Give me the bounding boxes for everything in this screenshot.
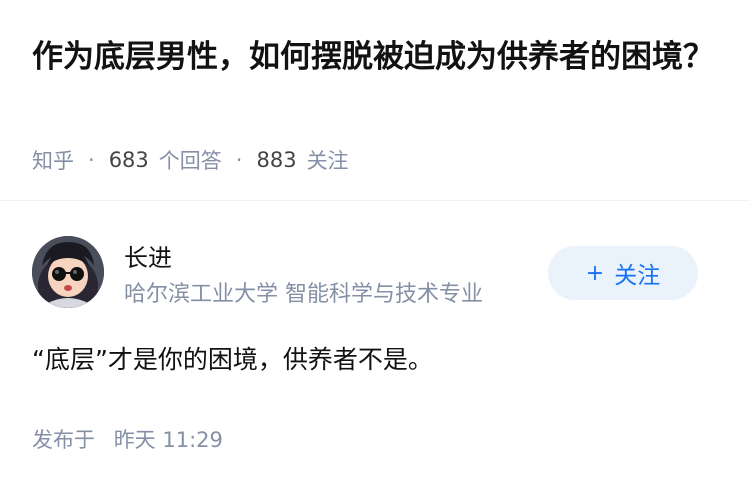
meta-separator: · — [235, 148, 243, 172]
answers-count: 683 — [108, 148, 149, 172]
question-title[interactable]: 作为底层男性，如何摆脱被迫成为供养者的困境？ — [32, 34, 722, 81]
follow-button-label: 关注 — [614, 263, 661, 289]
publish-label: 发布于 — [32, 428, 95, 452]
avatar-icon — [32, 236, 104, 308]
author-name[interactable]: 长进 — [124, 238, 172, 273]
avatar[interactable] — [32, 236, 104, 308]
divider — [0, 200, 750, 201]
question-meta: 知乎 · 683 个回答 · 883 关注 — [32, 145, 349, 175]
publish-time: 昨天 11:29 — [113, 428, 223, 452]
meta-separator: · — [88, 148, 95, 172]
publish-info: 发布于 昨天 11:29 — [32, 424, 223, 454]
followers-count: 883 — [256, 148, 297, 172]
answers-label[interactable]: 个回答 — [159, 145, 222, 175]
plus-icon: + — [585, 260, 605, 286]
followers-label: 关注 — [306, 149, 349, 173]
author-bio: 哈尔滨工业大学 智能科学与技术专业 — [124, 282, 483, 307]
follow-button[interactable]: + 关注 — [548, 246, 698, 300]
answer-text[interactable]: “底层”才是你的困境，供养者不是。 — [32, 340, 433, 376]
source-label[interactable]: 知乎 — [32, 145, 74, 175]
